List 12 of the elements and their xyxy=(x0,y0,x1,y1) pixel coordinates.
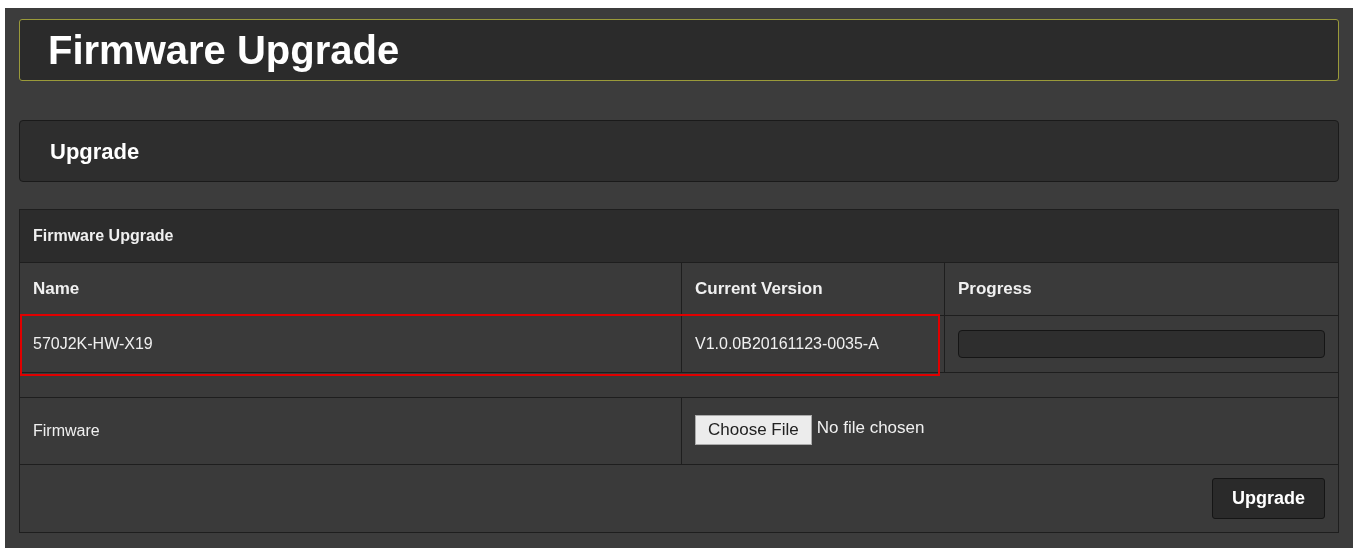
file-status: No file chosen xyxy=(816,417,925,439)
table-caption: Firmware Upgrade xyxy=(33,226,174,246)
column-header: Name xyxy=(33,278,80,301)
column-header: Progress xyxy=(958,278,1032,301)
choose-file-button[interactable]: Choose File xyxy=(695,415,812,445)
page-title: Firmware Upgrade xyxy=(48,30,400,70)
table-cell-text: 570J2K-HW-X19 xyxy=(33,334,153,354)
table-cell-text: V1.0.0B20161123-0035-A xyxy=(695,334,879,354)
upgrade-button[interactable]: Upgrade xyxy=(1212,478,1325,519)
column-header: Current Version xyxy=(695,278,823,301)
field-label: Firmware xyxy=(33,421,100,441)
section-title: Upgrade xyxy=(50,137,140,166)
